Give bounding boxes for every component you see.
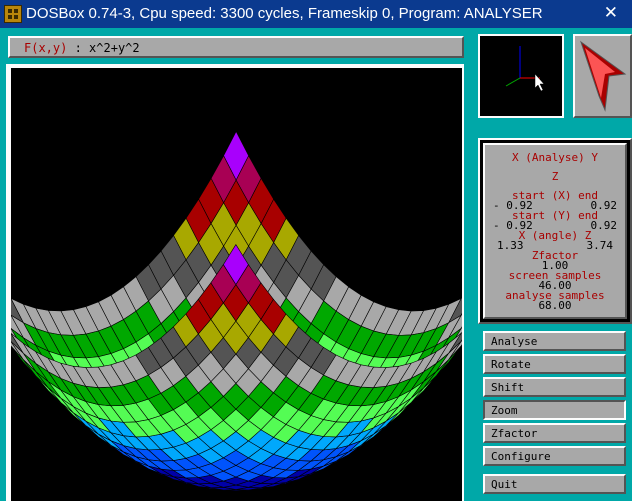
info-heading: X (Analyse) Y: [511, 151, 599, 164]
configure-button[interactable]: Configure: [483, 446, 626, 466]
analyse-button[interactable]: Analyse: [483, 331, 626, 351]
dosbox-app-icon: [4, 5, 22, 23]
info-panel-inner: X (Analyse) Y Z start (X) end - 0.92 0.9…: [483, 143, 627, 319]
formula-label: F(x,y): [24, 41, 68, 55]
info-axis: Z: [551, 170, 559, 183]
quit-button[interactable]: Quit: [483, 474, 626, 494]
zfactor-button[interactable]: Zfactor: [483, 423, 626, 443]
window-title: DOSBox 0.74-3, Cpu speed: 3300 cycles, F…: [26, 5, 543, 22]
shift-button[interactable]: Shift: [483, 377, 626, 397]
cursor-arrow-icon: [580, 40, 627, 112]
formula-separator: :: [67, 41, 90, 55]
surface-plot: [11, 130, 462, 491]
view-arrow-button[interactable]: [573, 34, 632, 118]
formula-expression: x^2+y^2: [89, 41, 140, 55]
formula-bar: F(x,y) : x^2+y^2: [8, 36, 464, 58]
info-panel: X (Analyse) Y Z start (X) end - 0.92 0.9…: [478, 138, 632, 324]
title-bar: DOSBox 0.74-3, Cpu speed: 3300 cycles, F…: [0, 0, 632, 28]
axes-indicator[interactable]: [478, 34, 564, 118]
rotate-button[interactable]: Rotate: [483, 354, 626, 374]
analyse-samples-value: 68.00: [538, 299, 572, 312]
zoom-button[interactable]: Zoom: [483, 400, 626, 420]
close-icon[interactable]: ✕: [604, 3, 618, 23]
axes-icon: [505, 46, 545, 92]
plot-canvas[interactable]: [11, 68, 462, 501]
